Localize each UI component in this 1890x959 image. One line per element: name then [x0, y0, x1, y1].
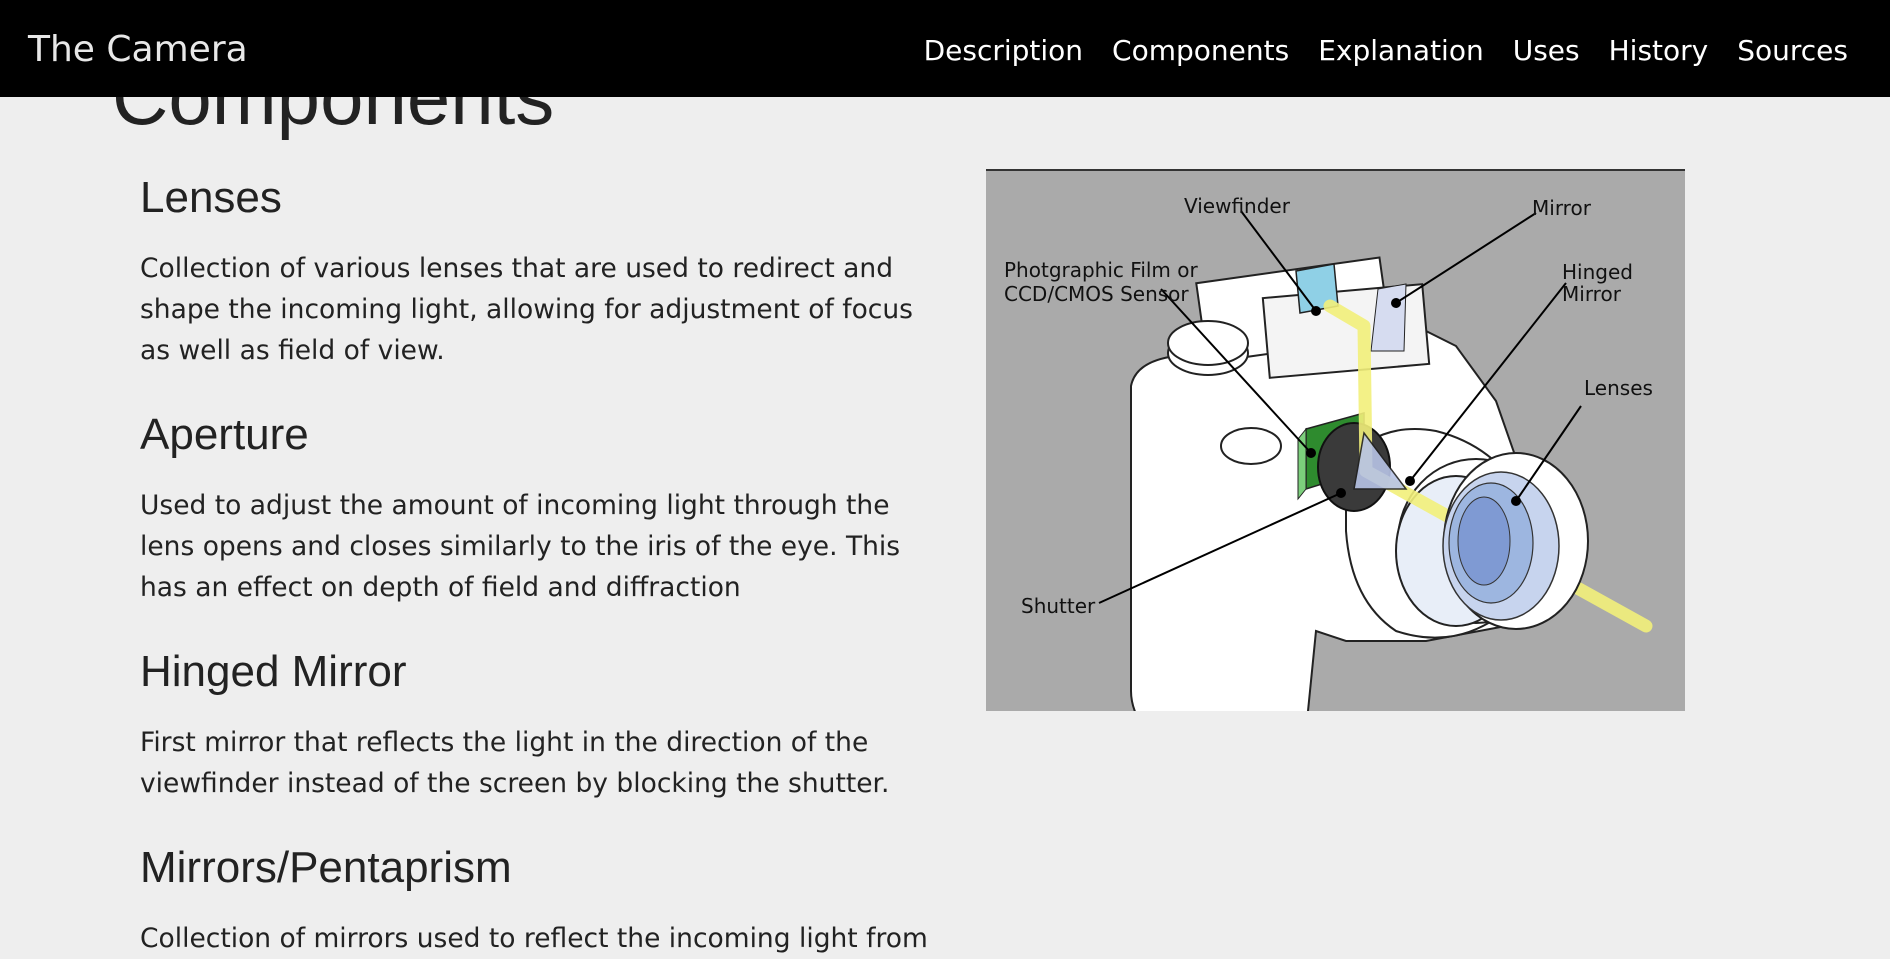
label-sensor-line2: CCD/CMOS Sensor: [1004, 282, 1189, 306]
section-hinged-mirror: Hinged Mirror First mirror that reflects…: [140, 650, 930, 804]
section-body-mirrors-pentaprism: Collection of mirrors used to reflect th…: [140, 923, 928, 954]
nav-link-history[interactable]: History: [1609, 33, 1709, 65]
camera-diagram: Viewfinder Mirror Photgraphic Film or CC…: [986, 169, 1685, 711]
section-body-lenses: Collection of various lenses that are us…: [140, 253, 913, 366]
camera-diagram-svg: Viewfinder Mirror Photgraphic Film or CC…: [1004, 194, 1653, 711]
label-hinged-line1: Hinged: [1562, 260, 1633, 284]
label-sensor-line1: Photgraphic Film or: [1004, 258, 1199, 282]
section-title-mirrors-pentaprism: Mirrors/Pentaprism: [140, 843, 512, 892]
section-lenses: Lenses Collection of various lenses that…: [140, 176, 930, 371]
section-title-hinged-mirror: Hinged Mirror: [140, 647, 407, 696]
section-body-aperture: Used to adjust the amount of incoming li…: [140, 490, 901, 603]
label-mirror: Mirror: [1532, 196, 1592, 220]
nav-link-components[interactable]: Components: [1112, 33, 1289, 65]
label-hinged-line2: Mirror: [1562, 282, 1622, 306]
section-body-hinged-mirror: First mirror that reflects the light in …: [140, 727, 890, 799]
nav-links: Description Components Explanation Uses …: [895, 0, 1848, 97]
nav-link-explanation[interactable]: Explanation: [1318, 33, 1484, 65]
label-lenses: Lenses: [1584, 376, 1653, 400]
section-aperture: Aperture Used to adjust the amount of in…: [140, 413, 930, 608]
label-viewfinder: Viewfinder: [1184, 194, 1291, 218]
nav-link-sources[interactable]: Sources: [1737, 33, 1848, 65]
nav-link-uses[interactable]: Uses: [1513, 33, 1580, 65]
brand-link[interactable]: The Camera: [28, 0, 248, 97]
section-title-aperture: Aperture: [140, 410, 309, 459]
section-mirrors-pentaprism: Mirrors/Pentaprism Collection of mirrors…: [140, 846, 930, 959]
nav-link-description[interactable]: Description: [924, 33, 1083, 65]
section-title-lenses: Lenses: [140, 173, 282, 222]
label-shutter: Shutter: [1021, 594, 1096, 618]
front-lens-drawing: [1442, 452, 1589, 630]
top-navbar: The Camera Description Components Explan…: [0, 0, 1890, 97]
